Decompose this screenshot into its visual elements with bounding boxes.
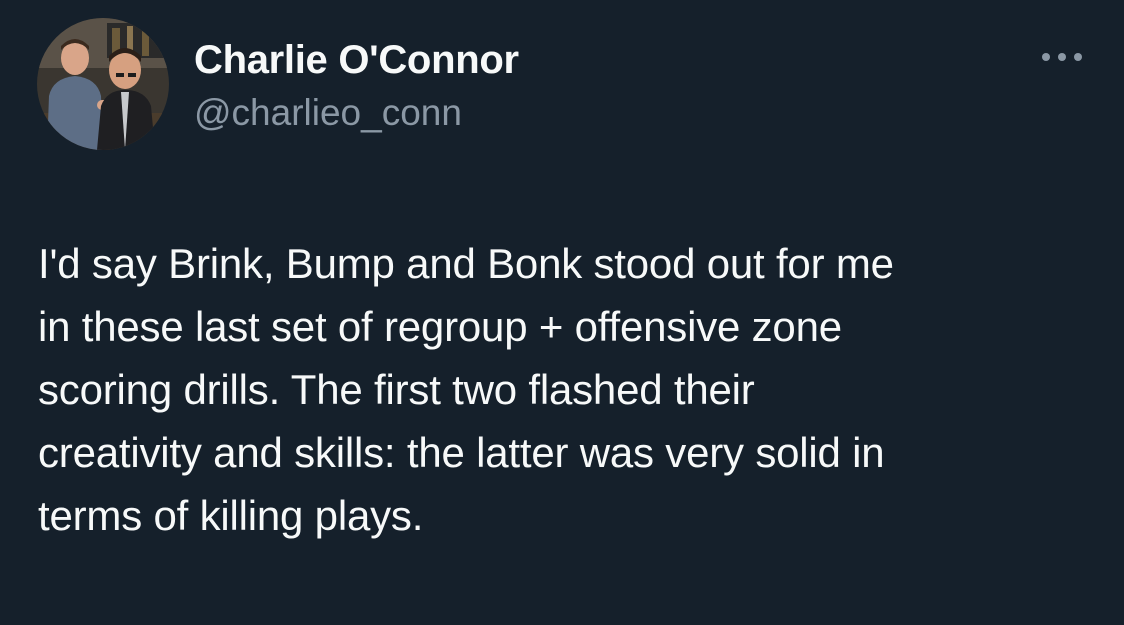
user-handle[interactable]: @charlieo_conn [194, 91, 519, 135]
more-dots [1042, 53, 1082, 61]
tweet-text: I'd say Brink, Bump and Bonk stood out f… [38, 240, 894, 539]
author-info: Charlie O'Connor @charlieo_conn [194, 36, 519, 135]
more-horizontal-icon[interactable] [1040, 47, 1084, 67]
avatar-photo [37, 18, 169, 150]
display-name[interactable]: Charlie O'Connor [194, 36, 519, 84]
tweet-card: Charlie O'Connor @charlieo_conn I'd say … [0, 0, 1124, 625]
avatar[interactable] [37, 18, 169, 150]
